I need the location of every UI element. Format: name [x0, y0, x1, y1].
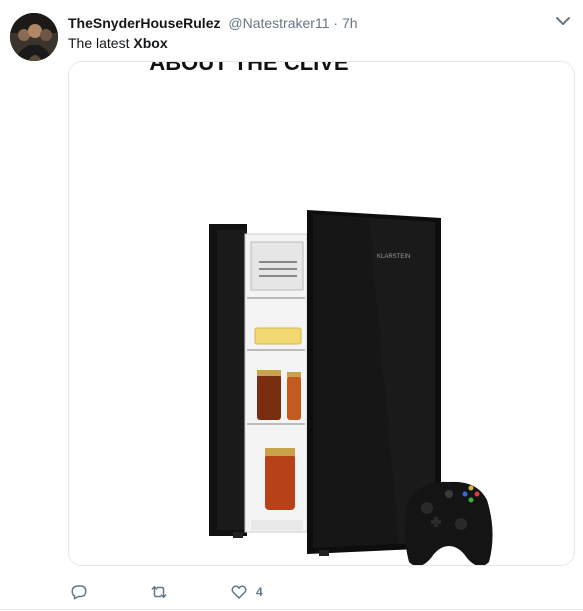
like-count: 4 [256, 585, 263, 599]
tweet-text: The latest Xbox [68, 34, 168, 52]
display-name[interactable]: TheSnyderHouseRulez [68, 15, 220, 31]
image-caption-fragment: ABOUT THE CLIVE [149, 62, 348, 75]
retweet-icon [151, 586, 167, 598]
tweet-actions: 4 [68, 580, 468, 604]
tweet: TheSnyderHouseRulez @Natestraker11 · 7h … [0, 0, 583, 611]
avatar-image [10, 13, 58, 61]
separator-dot: · [333, 15, 339, 31]
retweet-button[interactable] [150, 580, 168, 604]
avatar[interactable] [10, 13, 58, 61]
tweet-text-bold: Xbox [133, 35, 168, 51]
heart-icon [231, 585, 247, 599]
timestamp[interactable]: 7h [342, 15, 358, 31]
chevron-down-icon[interactable] [555, 14, 571, 28]
tweet-text-prefix: The latest [68, 35, 130, 51]
reply-button[interactable] [70, 580, 88, 604]
tweet-image[interactable]: ABOUT THE CLIVE KLARSTEIN [68, 61, 575, 566]
user-handle[interactable]: @Natestraker11 [228, 15, 329, 31]
tweet-header: TheSnyderHouseRulez @Natestraker11 · 7h [68, 14, 538, 34]
like-button[interactable]: 4 [230, 580, 263, 604]
reply-icon [71, 585, 87, 600]
fridge-brand: KLARSTEIN [377, 254, 410, 260]
tweet-divider [0, 609, 583, 610]
fridge-with-controller-image: ABOUT THE CLIVE KLARSTEIN [69, 62, 574, 565]
